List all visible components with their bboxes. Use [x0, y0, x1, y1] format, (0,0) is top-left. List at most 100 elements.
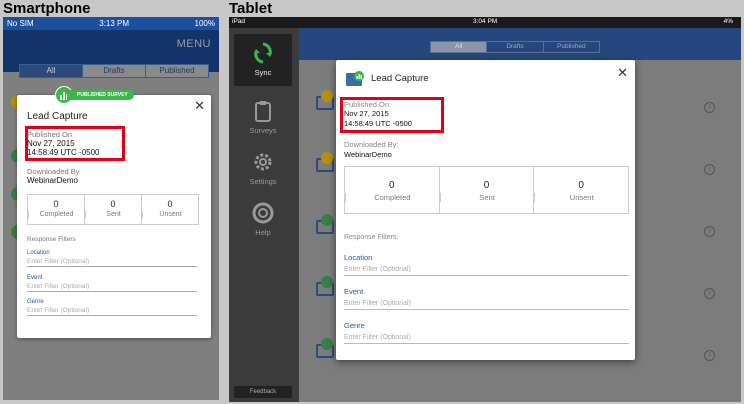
clock-text: 3:04 PM [473, 18, 498, 25]
stat-value: 0 [167, 199, 173, 209]
stat-label: Completed [28, 211, 84, 218]
published-badge-icon [321, 214, 333, 226]
filter-event-label: Event [27, 275, 43, 281]
published-on-value: Nov 27, 2015 14:58:49 UTC -0500 [344, 109, 412, 128]
segment-drafts[interactable]: Drafts [82, 65, 145, 77]
clock-text: 3:13 PM [99, 19, 129, 28]
survey-details-dialog: ✕ Lead Capture Published On Nov 27, 2015… [17, 95, 211, 338]
published-survey-badge: PUBLISHED SURVEY [55, 86, 134, 104]
draft-badge-icon [321, 90, 333, 102]
stat-value: 0 [483, 180, 490, 191]
response-stats: 0 Completed 0 Sent 0 Unsent [344, 166, 629, 214]
filter-genre-input[interactable]: Enter Filter (Optional) [344, 334, 629, 344]
response-filters-label: Response Filters [27, 236, 76, 243]
filter-genre-input[interactable]: Enter Filter (Optional) [27, 307, 197, 316]
downloaded-by-value: WebinarDemo [27, 176, 78, 185]
stat-completed: 0 Completed [28, 195, 84, 224]
info-icon[interactable]: i [704, 350, 715, 361]
segment-all[interactable]: All [431, 42, 487, 52]
downloaded-by-label: Downloaded By [27, 167, 80, 176]
info-icon[interactable]: i [704, 226, 715, 237]
stat-unsent: 0 Unsent [141, 195, 198, 224]
draft-badge-icon [321, 152, 333, 164]
dialog-title: Lead Capture [27, 111, 88, 122]
published-date: Nov 27, 2015 [27, 139, 75, 148]
close-icon[interactable]: ✕ [617, 65, 628, 81]
stat-unsent: 0 Unsent [533, 167, 628, 213]
response-filters-label: Response Filters: [344, 234, 399, 241]
stat-label: Completed [345, 193, 439, 202]
published-badge-icon [321, 338, 333, 350]
stat-value: 0 [110, 199, 116, 209]
published-on-value: Nov 27, 2015 14:58:49 UTC -0500 [27, 139, 100, 157]
stat-label: Sent [85, 211, 141, 218]
phone-status-bar: No SIM 3:13 PM 100% [3, 17, 219, 30]
feedback-button[interactable]: Feedback [234, 386, 292, 398]
tablet-segment-control: All Drafts Published [430, 41, 600, 53]
clipboard-icon [255, 101, 271, 122]
sidebar: Sync Surveys Settings Help Feedback [229, 28, 299, 402]
smartphone-label: Smartphone [3, 0, 91, 17]
filter-location-input[interactable]: Enter Filter (Optional) [344, 266, 629, 276]
segment-drafts[interactable]: Drafts [486, 42, 542, 52]
sidebar-item-label: Sync [254, 68, 272, 77]
stat-value: 0 [53, 199, 59, 209]
published-date: Nov 27, 2015 [344, 109, 389, 118]
device-text: iPad [232, 18, 246, 25]
segment-published[interactable]: Published [542, 42, 599, 52]
published-on-label: Published On [27, 130, 73, 139]
stat-sent: 0 Sent [438, 167, 534, 213]
published-time: 14:58:49 UTC -0500 [344, 118, 412, 128]
downloaded-by-label: Downloaded By: [344, 140, 399, 149]
carrier-text: No SIM [7, 19, 34, 28]
filter-location-input[interactable]: Enter Filter (Optional) [27, 258, 197, 267]
segment-all[interactable]: All [20, 65, 82, 77]
stat-label: Unsent [142, 211, 198, 218]
phone-segment-control: All Drafts Published [19, 64, 209, 78]
battery-text: 4% [723, 18, 733, 25]
filter-location-label: Location [344, 253, 373, 262]
tablet-status-bar: iPad 3:04 PM 4% [229, 17, 741, 28]
stat-value: 0 [389, 180, 395, 191]
tablet-screen: iPad 3:04 PM 4% Sync Surveys Settings He… [229, 17, 741, 402]
smartphone-screen: No SIM 3:13 PM 100% MENU All Drafts Publ… [3, 17, 219, 400]
response-stats: 0 Completed 0 Sent 0 Unsent [27, 194, 199, 225]
filter-genre-label: Genre [344, 321, 365, 330]
published-time: 14:58:49 UTC -0500 [27, 148, 100, 157]
info-icon[interactable]: i [704, 288, 715, 299]
downloaded-by-value: WebinarDemo [344, 150, 392, 159]
battery-text: 100% [194, 19, 215, 28]
sync-icon [254, 42, 272, 64]
published-badge-icon [321, 276, 333, 288]
filter-event-label: Event [344, 287, 364, 296]
sidebar-item-label: Settings [249, 177, 277, 186]
segment-published[interactable]: Published [145, 65, 208, 77]
survey-chart-icon [346, 71, 364, 86]
stat-sent: 0 Sent [84, 195, 141, 224]
tablet-label: Tablet [229, 0, 273, 17]
badge-label: PUBLISHED SURVEY [67, 90, 134, 100]
sidebar-item-surveys[interactable]: Surveys [234, 92, 292, 144]
sidebar-item-label: Surveys [249, 126, 277, 135]
dialog-title: Lead Capture [371, 73, 429, 84]
survey-details-dialog: Lead Capture ✕ Published On: Nov 27, 201… [336, 60, 635, 360]
sidebar-item-help[interactable]: Help [234, 194, 292, 246]
stat-completed: 0 Completed [345, 167, 439, 213]
sidebar-item-settings[interactable]: Settings [234, 143, 292, 195]
lifebuoy-icon [252, 202, 274, 224]
sidebar-item-label: Help [255, 228, 271, 237]
stat-label: Unsent [534, 193, 628, 202]
stat-label: Sent [439, 193, 534, 202]
filter-location-label: Location [27, 250, 50, 256]
close-icon[interactable]: ✕ [194, 98, 205, 114]
info-icon[interactable]: i [704, 102, 715, 113]
stat-value: 0 [578, 180, 584, 191]
published-on-label: Published On: [344, 100, 392, 109]
filter-event-input[interactable]: Enter Filter (Optional) [344, 300, 629, 310]
sidebar-item-sync[interactable]: Sync [234, 34, 292, 86]
filter-event-input[interactable]: Enter Filter (Optional) [27, 283, 197, 292]
gear-icon [254, 153, 272, 171]
info-icon[interactable]: i [704, 164, 715, 175]
filter-genre-label: Genre [27, 299, 44, 305]
menu-button[interactable]: MENU [177, 38, 211, 50]
